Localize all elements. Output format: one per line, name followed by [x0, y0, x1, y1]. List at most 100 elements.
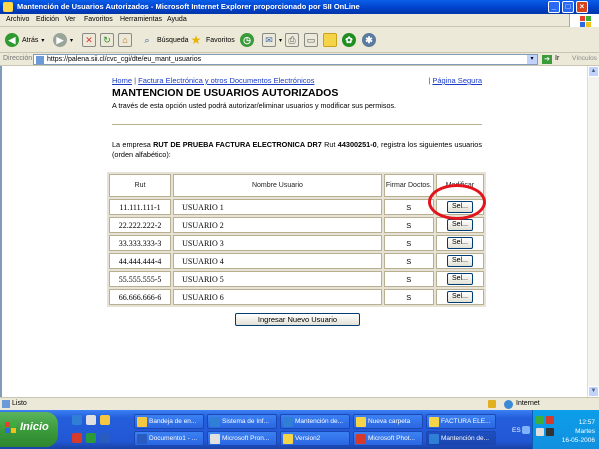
folder-icon: [356, 417, 366, 427]
discuss-button[interactable]: [323, 32, 337, 48]
menu-favoritos[interactable]: Favoritos: [84, 16, 113, 23]
status-bar: Listo Internet: [0, 397, 599, 410]
cell-rut: 44.444.444-4: [109, 253, 172, 269]
task-documento1[interactable]: Documento1 - ...: [134, 431, 204, 446]
home-link[interactable]: Home: [112, 76, 132, 85]
search-button[interactable]: ⌕ Búsqueda: [140, 32, 189, 48]
task-microsoft-pron[interactable]: Microsoft Pron...: [207, 431, 277, 446]
address-input[interactable]: https://palena.sii.cl/cvc_cgi/dte/eu_man…: [33, 54, 538, 65]
cell-firmar: S: [383, 217, 434, 233]
window-titlebar[interactable]: Mantención de Usuarios Autorizados - Mic…: [0, 0, 599, 14]
top-nav: Home | Factura Electrónica y otros Docum…: [112, 76, 482, 85]
search-icon: ⌕: [144, 34, 150, 45]
clock[interactable]: 12:57 Martes 16-05-2006: [562, 418, 595, 445]
links-button[interactable]: Vínculos: [572, 55, 597, 62]
task-microsoft-phot[interactable]: Microsoft Phot...: [353, 431, 423, 446]
refresh-button[interactable]: ↻: [100, 32, 114, 48]
task-bandeja[interactable]: Bandeja de en...: [134, 414, 204, 429]
task-version2[interactable]: Version2: [280, 431, 350, 446]
cell-firmar: S: [383, 271, 434, 287]
cell-firmar: S: [383, 235, 434, 251]
favorites-label: Favoritos: [206, 36, 235, 44]
star-icon: ★: [190, 33, 202, 47]
menu-ver[interactable]: Ver: [65, 16, 76, 23]
edit-button[interactable]: ▭: [304, 32, 318, 48]
word-quicklaunch-icon[interactable]: [100, 433, 110, 443]
page-status-icon: [2, 400, 10, 408]
excel-quicklaunch-icon[interactable]: [86, 433, 96, 443]
table-row: 66.666.666-6 USUARIO 6 S Sel...: [109, 289, 484, 305]
select-user-button[interactable]: Sel...: [446, 291, 473, 303]
address-dropdown-icon[interactable]: ▾: [527, 55, 537, 64]
clock-time: 12:57: [578, 419, 595, 426]
menu-archivo[interactable]: Archivo: [6, 16, 29, 23]
ie-icon: [283, 417, 293, 427]
messenger-button[interactable]: ✿: [342, 32, 356, 48]
search-label: Búsqueda: [157, 36, 189, 44]
acrobat-quicklaunch-icon[interactable]: [72, 433, 82, 443]
command-icon: [210, 434, 220, 444]
task-factura[interactable]: FACTURA ELE...: [426, 414, 496, 429]
security-zone: Internet: [516, 400, 540, 407]
ie-quicklaunch-icon[interactable]: [72, 415, 82, 425]
mail-button[interactable]: ✉ ▾: [262, 32, 282, 48]
task-sistema[interactable]: Sistema de Inf...: [207, 414, 277, 429]
address-bar: Dirección https://palena.sii.cl/cvc_cgi/…: [0, 53, 599, 66]
desktop-quicklaunch-icon[interactable]: [86, 415, 96, 425]
intro-text: La empresa RUT DE PRUEBA FACTURA ELECTRO…: [112, 140, 482, 160]
table-row: 22.222.222-2 USUARIO 2 S Sel...: [109, 217, 484, 233]
new-user-button[interactable]: Ingresar Nuevo Usuario: [235, 313, 360, 326]
monitor-icon[interactable]: [546, 428, 554, 436]
network-icon[interactable]: [536, 416, 544, 424]
back-button[interactable]: ◀ Atrás ▾: [5, 32, 44, 48]
folder-icon: [283, 434, 293, 444]
cell-modificar: Sel...: [435, 289, 484, 305]
security-icon[interactable]: [546, 416, 554, 424]
lock-icon: [488, 400, 496, 408]
maximize-button[interactable]: □: [562, 1, 574, 13]
history-button[interactable]: ◷: [240, 32, 254, 48]
cell-firmar: S: [383, 199, 434, 215]
print-button[interactable]: ⎙: [285, 32, 299, 48]
home-button[interactable]: ⌂: [118, 32, 132, 48]
minimize-button[interactable]: _: [548, 1, 560, 13]
select-user-button[interactable]: Sel...: [446, 273, 473, 285]
close-button[interactable]: ×: [576, 1, 588, 13]
highlight-circle: [428, 184, 486, 220]
windows-flag-icon: [5, 422, 17, 434]
go-arrow-icon[interactable]: ➔: [542, 55, 552, 64]
company-name: RUT DE PRUEBA FACTURA ELECTRONICA DR7: [153, 140, 322, 149]
ie-icon: [210, 417, 220, 427]
volume-icon[interactable]: [536, 428, 544, 436]
chevron-left-icon[interactable]: [522, 426, 530, 434]
select-user-button[interactable]: Sel...: [446, 219, 473, 231]
ie-icon: [429, 434, 439, 444]
favorites-button[interactable]: ★ Favoritos: [189, 32, 235, 48]
scroll-down-icon[interactable]: ▼: [588, 386, 599, 397]
vertical-scrollbar[interactable]: ▲ ▼: [587, 66, 599, 397]
language-indicator[interactable]: ES: [512, 427, 521, 434]
edit-icon: ▭: [304, 33, 318, 47]
header-rut: Rut: [109, 174, 172, 197]
task-mantencion-2[interactable]: Mantención de...: [426, 431, 496, 446]
factura-electronica-link[interactable]: Factura Electrónica y otros Documentos E…: [138, 76, 314, 85]
globe-icon: [504, 400, 513, 409]
scroll-up-icon[interactable]: ▲: [588, 66, 599, 77]
divider: [112, 124, 482, 125]
task-nueva-carpeta[interactable]: Nueva carpeta: [353, 414, 423, 429]
stop-button[interactable]: ✕: [82, 32, 96, 48]
forward-button[interactable]: ▶ ▾: [53, 32, 73, 48]
menu-ayuda[interactable]: Ayuda: [167, 16, 187, 23]
outlook-quicklaunch-icon[interactable]: [100, 415, 110, 425]
research-button[interactable]: ✱: [362, 32, 376, 48]
menu-edicion[interactable]: Edición: [36, 16, 59, 23]
pagina-segura-link[interactable]: Página Segura: [432, 76, 482, 85]
start-button[interactable]: Inicio: [0, 412, 58, 447]
page-icon: [36, 56, 44, 64]
task-mantencion-1[interactable]: Mantención de...: [280, 414, 350, 429]
select-user-button[interactable]: Sel...: [446, 255, 473, 267]
go-button[interactable]: Ir: [555, 55, 559, 62]
refresh-icon: ↻: [100, 33, 114, 47]
menu-herramientas[interactable]: Herramientas: [120, 16, 162, 23]
select-user-button[interactable]: Sel...: [446, 237, 473, 249]
